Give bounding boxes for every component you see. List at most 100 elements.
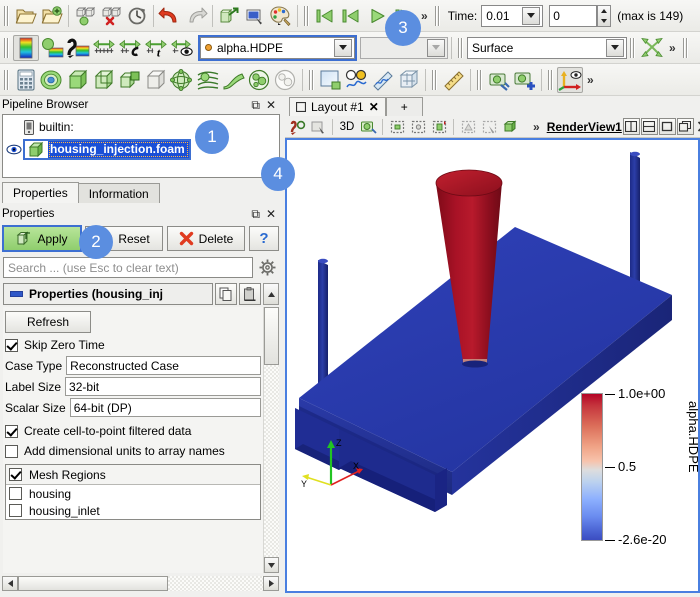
mesh-region-checkbox[interactable] bbox=[9, 504, 22, 517]
properties-vertical-scrollbar[interactable] bbox=[263, 307, 279, 573]
scroll-right-button[interactable] bbox=[263, 575, 279, 591]
ruler-icon[interactable] bbox=[441, 67, 467, 93]
toolbar-grip[interactable] bbox=[3, 35, 11, 60]
mesh-regions-checkbox[interactable] bbox=[9, 468, 22, 481]
toggle-color-legend-icon[interactable] bbox=[169, 35, 195, 61]
filters-overflow-chevron[interactable]: » bbox=[583, 73, 598, 87]
redo-icon[interactable] bbox=[183, 3, 209, 29]
undock-pipeline-button[interactable]: ⧉ bbox=[251, 99, 260, 111]
time-value-combo[interactable]: 0.01 bbox=[481, 4, 544, 27]
create-cell-to-point-checkbox[interactable] bbox=[5, 424, 18, 438]
pipeline-source-selected[interactable]: housing_injection.foam bbox=[23, 138, 191, 160]
slice-icon[interactable] bbox=[91, 67, 117, 93]
help-button[interactable]: ? bbox=[249, 226, 279, 251]
toolbar-grip[interactable] bbox=[433, 3, 442, 28]
scrollbar-track[interactable] bbox=[264, 365, 279, 557]
camera-3d-icon[interactable] bbox=[358, 117, 378, 137]
view-toolbar-overflow-chevron[interactable]: » bbox=[529, 120, 544, 134]
paste-properties-button[interactable] bbox=[239, 283, 261, 305]
open-recent-icon[interactable] bbox=[39, 3, 65, 29]
split-horizontal-button[interactable] bbox=[622, 118, 640, 135]
rescale-custom-icon[interactable] bbox=[65, 35, 91, 61]
spinner-arrows[interactable] bbox=[597, 4, 612, 27]
scroll-down-button[interactable] bbox=[264, 557, 279, 573]
delete-button[interactable]: Delete bbox=[167, 226, 245, 251]
array-selector-combo[interactable]: alpha.HDPE bbox=[198, 34, 357, 61]
mesh-regions-list[interactable]: Mesh Regions housing housing_inlet bbox=[5, 464, 261, 520]
maximize-view-button[interactable] bbox=[658, 118, 676, 135]
chevron-down-icon[interactable] bbox=[427, 38, 445, 57]
tab-information[interactable]: Information bbox=[77, 183, 160, 203]
hover-points-icon[interactable] bbox=[479, 117, 499, 137]
close-properties-button[interactable]: ✕ bbox=[266, 208, 276, 220]
toolbar-grip[interactable] bbox=[308, 67, 316, 92]
toolbar-grip[interactable] bbox=[681, 35, 690, 60]
rescale-visible-icon[interactable] bbox=[117, 35, 143, 61]
hscrollbar-thumb[interactable] bbox=[18, 575, 168, 591]
chevron-down-icon[interactable] bbox=[522, 6, 541, 25]
camera-toolbar-overflow-chevron[interactable]: » bbox=[665, 41, 680, 55]
gear-icon[interactable] bbox=[256, 256, 279, 279]
center-axes-icon[interactable] bbox=[557, 66, 583, 93]
previous-frame-button[interactable] bbox=[339, 3, 365, 29]
tab-properties[interactable]: Properties bbox=[2, 182, 79, 203]
glyph-icon[interactable] bbox=[169, 67, 195, 93]
pipeline-browser-tree[interactable]: builtin: housing_injection.foam bbox=[2, 114, 280, 178]
pipeline-source-row[interactable]: housing_injection.foam bbox=[3, 138, 279, 160]
toolbar-grip[interactable] bbox=[431, 67, 439, 92]
threshold-icon[interactable] bbox=[117, 67, 143, 93]
extract-subset-icon[interactable] bbox=[143, 67, 169, 93]
reset-camera-icon[interactable] bbox=[639, 35, 665, 61]
interactive-select-icon[interactable] bbox=[287, 117, 307, 137]
add-dimensional-units-row[interactable]: Add dimensional units to array names bbox=[3, 441, 263, 461]
rescale-temporal-icon[interactable]: t bbox=[143, 35, 169, 61]
close-pipeline-button[interactable]: ✕ bbox=[266, 99, 276, 111]
list-item[interactable]: housing bbox=[6, 485, 260, 502]
load-state-icon[interactable] bbox=[98, 3, 124, 29]
skip-zero-time-checkbox[interactable] bbox=[5, 338, 18, 352]
scrollbar-thumb[interactable] bbox=[264, 307, 279, 365]
connect-icon[interactable] bbox=[216, 3, 242, 29]
visibility-eye-icon[interactable] bbox=[5, 144, 23, 155]
render-view-canvas[interactable]: Z X Y 1.0e+00 0.5 -2.6e-20 alpha.HDPE bbox=[287, 140, 698, 591]
select-cells-through-icon[interactable] bbox=[429, 117, 449, 137]
edit-color-map-icon[interactable] bbox=[13, 34, 39, 61]
select-points-through-icon[interactable] bbox=[458, 117, 478, 137]
scroll-left-button[interactable] bbox=[2, 575, 18, 591]
search-input[interactable]: Search ... (use Esc to clear text) bbox=[3, 257, 253, 278]
rescale-to-data-icon[interactable] bbox=[39, 35, 65, 61]
toolbar-grip[interactable] bbox=[629, 35, 637, 60]
add-layout-button[interactable]: + bbox=[385, 97, 423, 116]
mesh-region-checkbox[interactable] bbox=[9, 487, 22, 500]
reset-session-icon[interactable] bbox=[124, 3, 150, 29]
refresh-button[interactable]: Refresh bbox=[5, 311, 91, 333]
group-datasets-icon[interactable] bbox=[247, 67, 273, 93]
pipeline-builtin-node[interactable]: builtin: bbox=[3, 117, 279, 137]
toolbar-grip[interactable] bbox=[457, 35, 465, 60]
frame-index-value[interactable]: 0 bbox=[549, 4, 598, 27]
undo-icon[interactable] bbox=[157, 3, 183, 29]
label-size-value[interactable]: 32-bit bbox=[65, 377, 261, 396]
apply-button[interactable]: Apply bbox=[2, 225, 82, 252]
undock-view-button[interactable] bbox=[676, 118, 694, 135]
render-view-name[interactable]: RenderView1 bbox=[547, 120, 622, 134]
hscrollbar-track[interactable] bbox=[18, 575, 263, 591]
case-type-value[interactable]: Reconstructed Case bbox=[66, 356, 261, 375]
close-view-button[interactable] bbox=[695, 118, 700, 135]
stream-tracer-icon[interactable] bbox=[195, 67, 221, 93]
select-cells-icon[interactable] bbox=[387, 117, 407, 137]
scroll-up-arrow-button[interactable] bbox=[263, 283, 279, 305]
representation-selector-combo[interactable]: Surface bbox=[467, 36, 627, 59]
plot-over-line-icon[interactable] bbox=[318, 67, 344, 93]
scalar-bar[interactable]: 1.0e+00 0.5 -2.6e-20 alpha.HDPE bbox=[581, 386, 698, 547]
chevron-down-icon[interactable] bbox=[334, 38, 352, 57]
frustum-select-icon[interactable] bbox=[500, 117, 520, 137]
axes-grid-icon[interactable] bbox=[396, 67, 422, 93]
clip-icon[interactable] bbox=[65, 67, 91, 93]
toolbar-grip[interactable] bbox=[547, 67, 555, 92]
select-block-icon[interactable] bbox=[308, 117, 328, 137]
split-vertical-button[interactable] bbox=[640, 118, 658, 135]
tab-layout-1[interactable]: Layout #1 ✕ bbox=[289, 97, 386, 116]
toolbar-grip[interactable] bbox=[303, 3, 311, 28]
plot-attribute-icon[interactable] bbox=[370, 67, 396, 93]
